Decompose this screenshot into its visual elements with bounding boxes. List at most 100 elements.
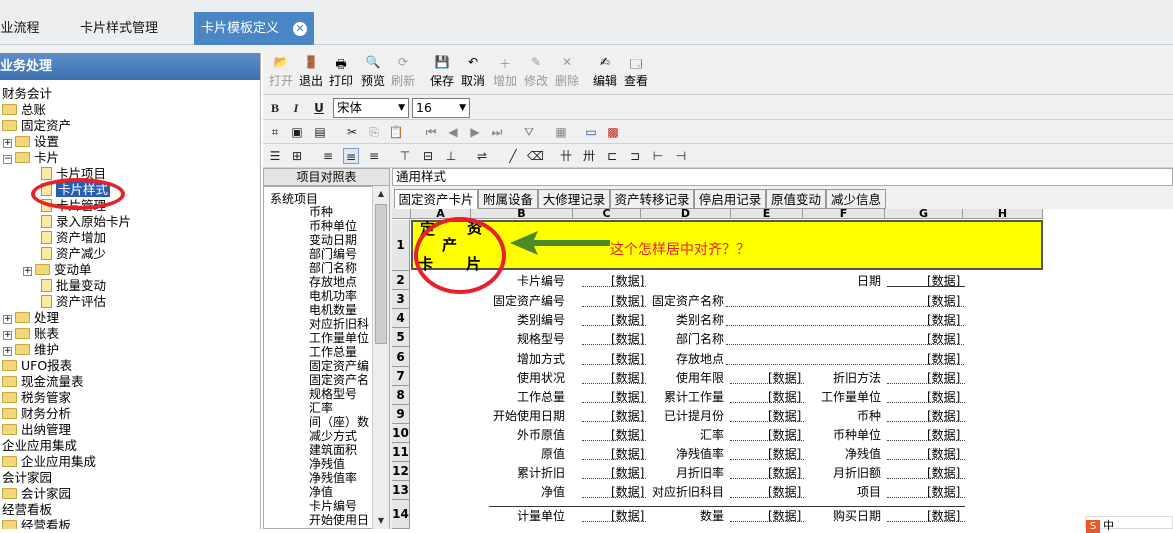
tree-item-reports[interactable]: + 账表 <box>3 326 59 342</box>
save-button[interactable]: 💾 保存 <box>426 55 458 89</box>
list-item[interactable]: 固定资产名 <box>309 373 369 388</box>
align-bottom-icon[interactable]: ⊥ <box>443 148 459 164</box>
list-item[interactable]: 变动日期 <box>309 233 357 248</box>
preview-button[interactable]: 🔍 预览 <box>357 55 389 89</box>
row-header[interactable]: 3 <box>392 290 410 309</box>
tree-item-change-order[interactable]: + 变动单 <box>23 262 92 278</box>
style-name-input[interactable]: 通用样式 <box>392 168 1173 186</box>
tree-item-accounting-home[interactable]: 会计家园 <box>2 470 52 486</box>
insert-row-icon[interactable]: ⊏ <box>604 148 620 164</box>
column-header[interactable]: C <box>573 209 641 219</box>
column-header[interactable]: B <box>471 209 573 219</box>
list-item[interactable]: 币种 <box>309 205 333 220</box>
tree-item-settings[interactable]: + 设置 <box>3 134 59 150</box>
expand-icon[interactable]: + <box>3 315 12 324</box>
color-grid-icon[interactable]: ▩ <box>605 124 621 140</box>
open-button[interactable]: 📂 打开 <box>265 55 297 89</box>
ime-indicator[interactable]: S中 <box>1085 516 1173 533</box>
row-header[interactable]: 11 <box>392 443 410 462</box>
tree-item-accounting-home-sub[interactable]: 会计家园 <box>2 486 71 502</box>
tab-attached-equipment[interactable]: 附属设备 <box>478 189 538 209</box>
print-button[interactable]: 🖶 打印 <box>325 55 357 89</box>
column-header[interactable]: D <box>641 209 731 219</box>
list-item[interactable]: 工作总量 <box>309 345 357 360</box>
tree-item-tax-manager[interactable]: 税务管家 <box>2 390 71 406</box>
align-top-icon[interactable]: ⊤ <box>397 148 413 164</box>
tree-item-financial-accounting[interactable]: 财务会计 <box>2 86 52 102</box>
copy-icon[interactable]: ⎘ <box>366 124 382 140</box>
refresh-button[interactable]: ⟳ 刷新 <box>387 55 419 89</box>
column-header[interactable]: E <box>731 209 803 219</box>
row-header[interactable]: 6 <box>392 347 410 367</box>
expand-icon[interactable]: + <box>3 139 12 148</box>
list-item[interactable]: 汇率 <box>309 401 333 416</box>
row-header[interactable]: 9 <box>392 405 410 424</box>
data-placeholder[interactable]: [数据] <box>927 294 960 308</box>
list-item[interactable]: 工作量单位 <box>309 331 369 346</box>
row-header[interactable]: 13 <box>392 481 410 500</box>
screen-icon[interactable]: ▭ <box>583 124 599 140</box>
delete-row-icon[interactable]: ⊢ <box>650 148 666 164</box>
delete-button[interactable]: ✕ 删除 <box>551 55 583 89</box>
tab-original-value-change[interactable]: 原值变动 <box>766 189 826 209</box>
tree-item-cash-flow[interactable]: 现金流量表 <box>2 374 84 390</box>
list-item[interactable]: 币种单位 <box>309 219 357 234</box>
wrap-text-icon[interactable]: ⇌ <box>474 148 490 164</box>
tree-item-asset-increase[interactable]: 资产增加 <box>41 230 106 246</box>
tree-item-general-ledger[interactable]: 总账 <box>2 102 46 118</box>
list-item[interactable]: 固定资产编 <box>309 359 369 374</box>
column-header[interactable]: G <box>885 209 963 219</box>
tree-item-enterprise-integration[interactable]: 企业应用集成 <box>2 438 77 454</box>
font-name-select[interactable]: 宋体 ▼ <box>333 98 409 118</box>
prev-record-icon[interactable]: ◀ <box>445 124 461 140</box>
delete-col-icon[interactable]: ⊣ <box>673 148 689 164</box>
row-header[interactable]: 5 <box>392 328 410 347</box>
list-item[interactable]: 对应折旧科 <box>309 317 369 332</box>
list-item[interactable]: 规格型号 <box>309 387 357 402</box>
tab-reduction-info[interactable]: 减少信息 <box>826 189 886 209</box>
scroll-down-icon[interactable]: ▼ <box>373 513 389 529</box>
list-item[interactable]: 净残值率 <box>309 471 357 486</box>
tab-overhaul-records[interactable]: 大修理记录 <box>538 189 610 209</box>
align-middle-icon[interactable]: ⊟ <box>420 148 436 164</box>
list-item[interactable]: 存放地点 <box>309 275 357 290</box>
tree-item-financial-analysis[interactable]: 财务分析 <box>2 406 71 422</box>
tree-item-enter-original-card[interactable]: 录入原始卡片 <box>41 214 131 230</box>
row-header[interactable]: 10 <box>392 424 410 443</box>
tree-item-business-dashboard-sub[interactable]: 经营看板 <box>2 518 71 529</box>
add-button[interactable]: ＋增加 <box>489 55 521 89</box>
eraser-icon[interactable]: ⌫ <box>527 148 544 164</box>
paste-icon[interactable]: 📋 <box>388 124 404 140</box>
row-header[interactable]: 14 <box>392 500 410 529</box>
row-header[interactable]: 8 <box>392 386 410 405</box>
list-item[interactable]: 电机功率 <box>309 289 357 304</box>
align-left-icon[interactable]: ≡ <box>320 148 336 164</box>
list-scrollbar[interactable]: ▲ ▼ <box>372 186 389 529</box>
insert-col-icon[interactable]: ⊐ <box>627 148 643 164</box>
row-header[interactable]: 7 <box>392 367 410 386</box>
tree-item-maintenance[interactable]: + 维护 <box>3 342 59 358</box>
tree-item-processing[interactable]: + 处理 <box>3 310 59 326</box>
first-record-icon[interactable]: ⏮ <box>423 124 439 140</box>
tab-stop-start-records[interactable]: 停启用记录 <box>694 189 766 209</box>
expand-icon[interactable]: + <box>3 331 12 340</box>
table-icon[interactable]: ▦ <box>553 124 569 140</box>
modify-button[interactable]: ✎ 修改 <box>520 55 552 89</box>
tree-item-card[interactable]: − 卡片 <box>3 150 59 166</box>
tree-item-ufo-report[interactable]: UFO报表 <box>2 358 72 374</box>
list-item[interactable]: 减少方式 <box>309 429 357 444</box>
column-header[interactable]: F <box>803 209 885 219</box>
expand-icon[interactable]: + <box>3 347 12 356</box>
data-placeholder[interactable]: [数据] <box>927 352 960 366</box>
tab-asset-transfer-records[interactable]: 资产转移记录 <box>610 189 694 209</box>
bold-button[interactable]: B <box>267 100 283 116</box>
grid-icon[interactable]: ⊞ <box>289 148 305 164</box>
next-record-icon[interactable]: ▶ <box>467 124 483 140</box>
data-placeholder[interactable]: [数据] <box>927 313 960 327</box>
list-item[interactable]: 卡片编号 <box>309 499 357 514</box>
exit-button[interactable]: 🚪 退出 <box>295 55 327 89</box>
tree-item-asset-decrease[interactable]: 资产减少 <box>41 246 106 262</box>
edit-button[interactable]: ✍ 编辑 <box>589 55 621 89</box>
tree-item-fixed-assets[interactable]: 固定资产 <box>2 118 71 134</box>
tab-card-template-definition[interactable]: 卡片模板定义 ✕ <box>194 12 314 45</box>
